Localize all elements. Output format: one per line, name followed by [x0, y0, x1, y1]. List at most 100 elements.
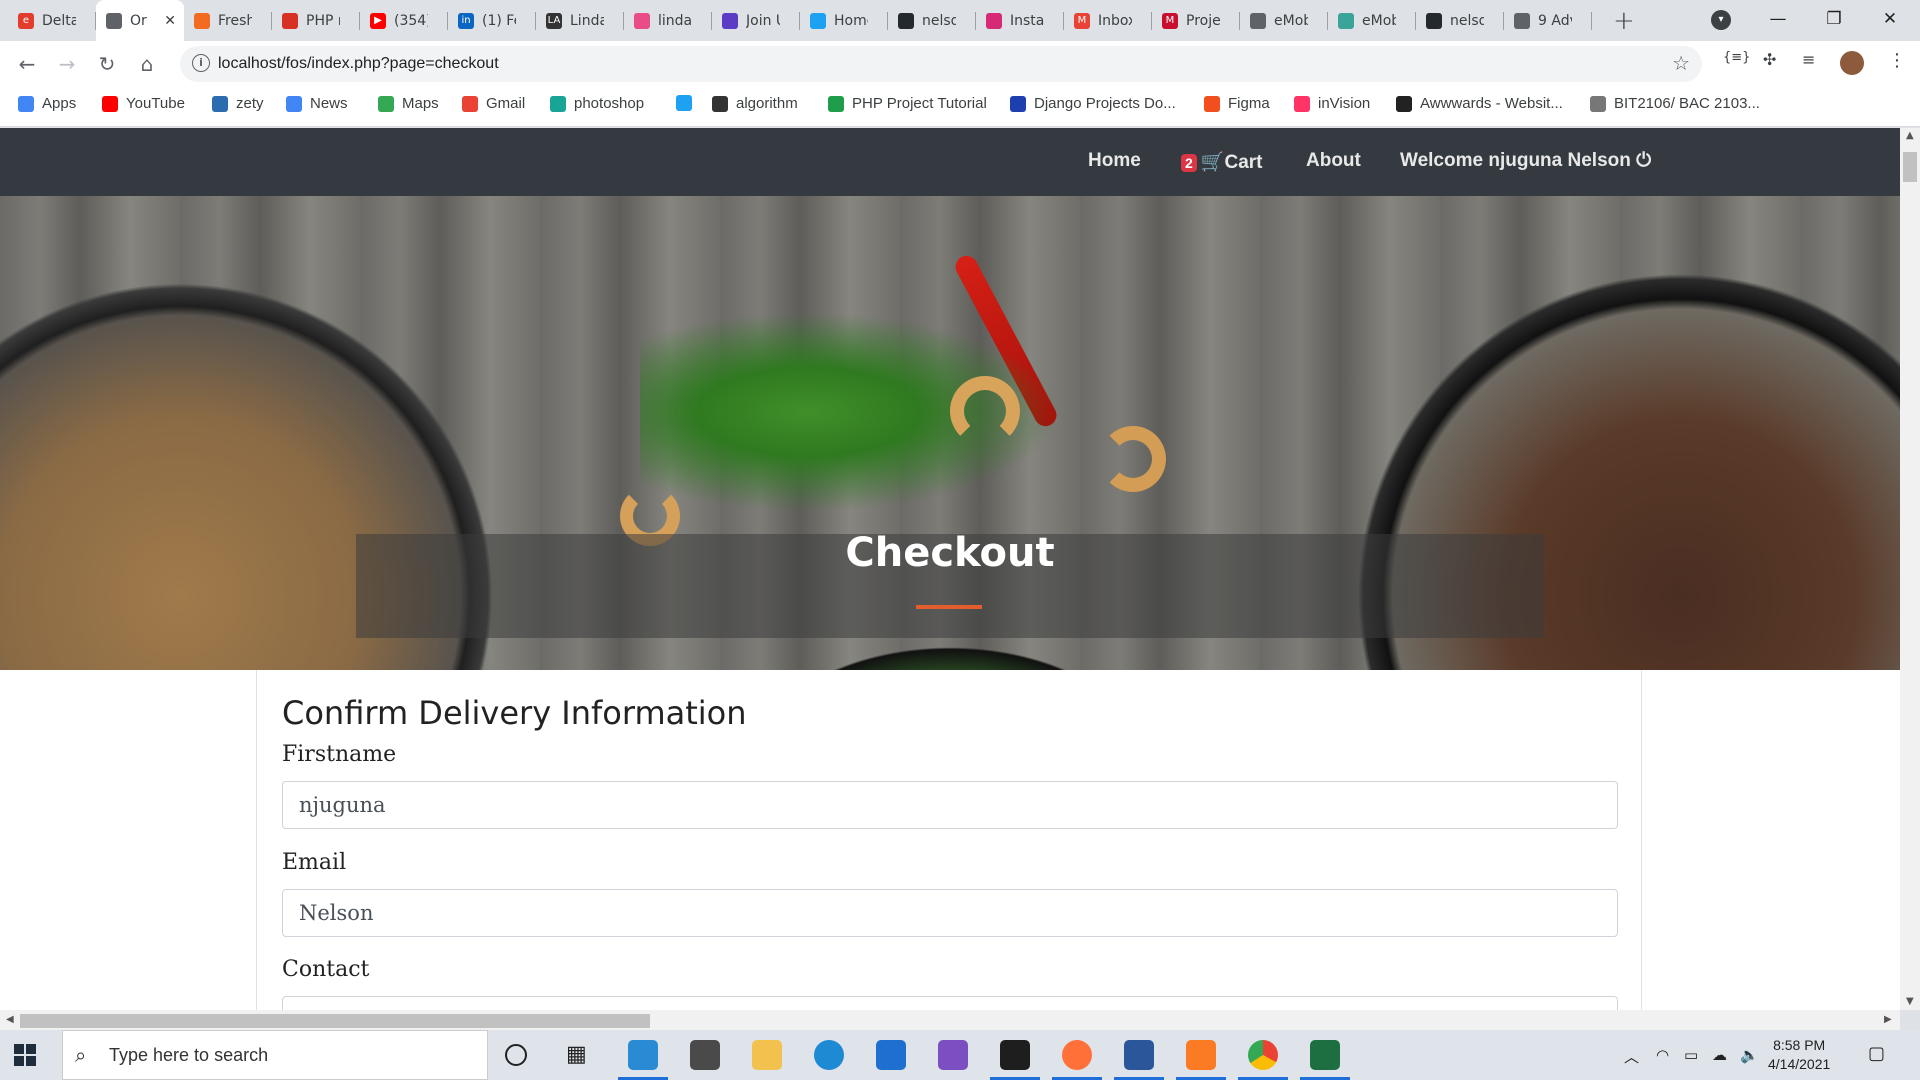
nav-about-link[interactable]: About [1306, 150, 1361, 172]
extensions-puzzle-icon[interactable]: ✣ [1763, 50, 1776, 69]
horizontal-scroll-thumb[interactable] [20, 1014, 650, 1028]
browser-tab[interactable]: eMob [1328, 0, 1416, 41]
mail-app-icon[interactable] [876, 1040, 906, 1070]
volume-icon[interactable]: 🔈 [1740, 1046, 1759, 1064]
address-url[interactable]: localhost/fos/index.php?page=checkout [218, 55, 499, 73]
bookmark-label: BIT2106/ BAC 2103... [1614, 95, 1760, 112]
bookmark-item[interactable]: inVision [1294, 95, 1370, 112]
close-tab-icon[interactable]: ✕ [164, 13, 176, 29]
back-icon[interactable]: ← [12, 49, 42, 79]
hero-banner: Checkout [0, 196, 1900, 670]
taskbar-search-box[interactable]: ⌕ Type here to search [62, 1030, 488, 1080]
browser-tab[interactable]: Home [800, 0, 888, 41]
task-view-icon[interactable]: ▦ [566, 1040, 596, 1070]
maximize-button[interactable]: ❐ [1806, 0, 1862, 41]
word-app-icon[interactable] [1114, 1040, 1164, 1080]
firstname-field[interactable]: njuguna [282, 781, 1618, 829]
nav-cart-link[interactable]: 2 🛒Cart [1181, 150, 1262, 174]
profile-avatar[interactable] [1840, 51, 1864, 75]
nav-home-link[interactable]: Home [1088, 150, 1141, 172]
bookmark-item[interactable]: Maps [378, 95, 439, 112]
file-explorer-app-icon[interactable] [752, 1040, 782, 1070]
site-info-icon[interactable]: i [192, 54, 210, 72]
bookmark-item[interactable]: Gmail [462, 95, 525, 112]
bookmark-item[interactable]: Apps [18, 95, 76, 112]
browser-tab[interactable]: 9 Adv [1504, 0, 1592, 41]
close-window-button[interactable]: ✕ [1862, 0, 1918, 41]
contact-field[interactable] [282, 996, 1618, 1010]
bookmark-favicon-icon [1204, 95, 1220, 112]
edge-app-icon[interactable] [814, 1040, 844, 1070]
address-bar[interactable]: i localhost/fos/index.php?page=checkout … [180, 46, 1702, 82]
bookmark-item[interactable] [676, 95, 700, 111]
bookmark-star-icon[interactable]: ☆ [1672, 51, 1690, 75]
browser-tab[interactable]: Fresh [184, 0, 272, 41]
scroll-down-arrow-icon[interactable]: ▼ [1906, 996, 1914, 1007]
browser-tab[interactable]: PHP r [272, 0, 360, 41]
tab-favicon-icon [722, 12, 738, 29]
bookmark-item[interactable]: YouTube [102, 95, 185, 112]
vscode-app-icon[interactable] [618, 1040, 668, 1080]
store-app-icon[interactable] [690, 1040, 720, 1070]
browser-tab[interactable]: LA Linda [536, 0, 624, 41]
email-field[interactable]: Nelson [282, 889, 1618, 937]
figma-app-icon[interactable] [990, 1040, 1040, 1080]
tab-search-icon[interactable]: ▾ [1711, 10, 1731, 30]
visual-studio-app-icon[interactable] [938, 1040, 968, 1070]
bookmark-item[interactable]: BIT2106/ BAC 2103... [1590, 95, 1760, 112]
browser-tab[interactable]: M Inbox [1064, 0, 1152, 41]
browser-tab[interactable]: M Proje [1152, 0, 1240, 41]
scroll-up-arrow-icon[interactable]: ▲ [1906, 130, 1914, 141]
bookmark-item[interactable]: Django Projects Do... [1010, 95, 1176, 112]
browser-tab[interactable]: Or ✕ [96, 0, 184, 41]
bookmark-item[interactable]: PHP Project Tutorial [828, 95, 987, 112]
windows-start-icon[interactable] [14, 1044, 36, 1066]
bookmark-item[interactable]: Awwwards - Websit... [1396, 95, 1563, 112]
email-label: Email [282, 850, 347, 875]
home-icon[interactable]: ⌂ [132, 49, 162, 79]
browser-tab[interactable]: Join U [712, 0, 800, 41]
new-tab-button[interactable]: + [1613, 6, 1635, 36]
firefox-app-icon[interactable] [1052, 1040, 1102, 1080]
browser-tab[interactable]: linda [624, 0, 712, 41]
bookmark-label: algorithm [736, 95, 798, 112]
excel-app-icon[interactable] [1300, 1040, 1350, 1080]
bookmark-label: Django Projects Do... [1034, 95, 1176, 112]
browser-tab[interactable]: ▶ (354) [360, 0, 448, 41]
page-title: Checkout [845, 530, 1055, 576]
bookmark-item[interactable]: algorithm [712, 95, 798, 112]
wifi-icon[interactable]: ◠ [1656, 1046, 1669, 1064]
logout-power-icon[interactable]: ⏻ [1631, 150, 1651, 171]
taskbar-clock[interactable]: 8:58 PM 4/14/2021 [1768, 1036, 1830, 1074]
xampp-app-icon[interactable] [1176, 1040, 1226, 1080]
nav-welcome-link[interactable]: Welcome njuguna Nelson ⏻ [1400, 150, 1651, 172]
forward-icon[interactable]: → [52, 49, 82, 79]
bookmark-favicon-icon [1590, 95, 1606, 112]
reload-icon[interactable]: ↻ [92, 49, 122, 79]
bookmark-item[interactable]: photoshop [550, 95, 644, 112]
chrome-app-icon[interactable] [1238, 1040, 1288, 1080]
minimize-button[interactable]: — [1750, 0, 1806, 41]
cortana-icon[interactable] [505, 1044, 527, 1066]
browser-tab[interactable]: e Delta [8, 0, 96, 41]
vertical-scrollbar[interactable] [1900, 128, 1920, 1010]
onedrive-cloud-icon[interactable]: ☁ [1712, 1046, 1727, 1064]
browser-tab[interactable]: eMob [1240, 0, 1328, 41]
notifications-icon[interactable]: ▢ [1868, 1043, 1885, 1064]
browser-tab[interactable]: Instag [976, 0, 1064, 41]
browser-tab[interactable]: nelso [888, 0, 976, 41]
vertical-scroll-thumb[interactable] [1903, 152, 1917, 182]
browser-tab[interactable]: in (1) Fe [448, 0, 536, 41]
bookmark-item[interactable]: News [286, 95, 348, 112]
tray-chevron-icon[interactable]: ︿ [1624, 1046, 1639, 1067]
scroll-left-arrow-icon[interactable]: ◀ [6, 1014, 14, 1025]
tab-favicon-icon: LA [546, 12, 562, 29]
battery-icon[interactable]: ▭ [1684, 1046, 1698, 1064]
browser-tab[interactable]: nelso [1416, 0, 1504, 41]
browser-menu-icon[interactable]: ⋮ [1888, 50, 1906, 71]
extension-icon[interactable]: {≡} [1723, 50, 1750, 65]
media-control-icon[interactable]: ≡ [1802, 50, 1815, 69]
bookmark-item[interactable]: zety [212, 95, 264, 112]
scroll-right-arrow-icon[interactable]: ▶ [1884, 1014, 1892, 1025]
bookmark-item[interactable]: Figma [1204, 95, 1270, 112]
